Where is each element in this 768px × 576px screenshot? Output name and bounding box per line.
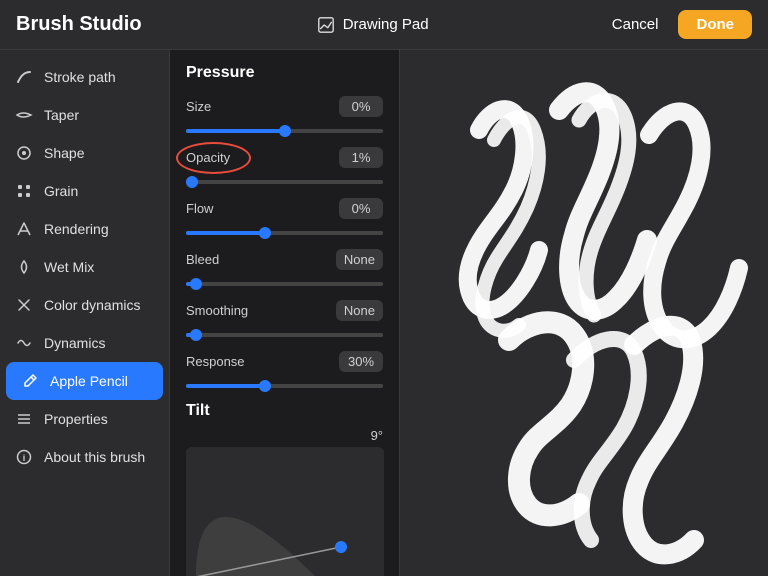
grain-icon	[14, 181, 34, 201]
response-label: Response	[186, 354, 266, 369]
size-label: Size	[186, 99, 266, 114]
bleed-slider[interactable]	[186, 282, 383, 286]
wet-mix-icon	[14, 257, 34, 277]
opacity-control: Opacity 1%	[186, 147, 383, 184]
opacity-label: Opacity	[186, 150, 266, 165]
main-layout: Stroke path Taper Shape Grain Rendering	[0, 50, 768, 576]
size-control: Size 0%	[186, 96, 383, 133]
sidebar-item-properties[interactable]: Properties	[0, 400, 169, 438]
smoothing-label: Smoothing	[186, 303, 266, 318]
sidebar-label-wet-mix: Wet Mix	[44, 259, 94, 275]
sidebar-label-grain: Grain	[44, 183, 78, 199]
rendering-icon	[14, 219, 34, 239]
flow-value: 0%	[339, 198, 383, 219]
taper-icon	[14, 105, 34, 125]
opacity-slider[interactable]	[186, 180, 383, 184]
top-bar: Brush Studio Drawing Pad Cancel Done	[0, 0, 768, 50]
page-title: Brush Studio	[16, 13, 142, 36]
bleed-label: Bleed	[186, 252, 266, 267]
sidebar: Stroke path Taper Shape Grain Rendering	[0, 50, 170, 576]
sidebar-label-properties: Properties	[44, 411, 108, 427]
sidebar-item-wet-mix[interactable]: Wet Mix	[0, 248, 169, 286]
drawing-pad-indicator: Drawing Pad	[317, 16, 429, 34]
properties-icon	[14, 409, 34, 429]
cancel-button[interactable]: Cancel	[604, 12, 667, 37]
response-value: 30%	[339, 351, 383, 372]
sidebar-item-color-dynamics[interactable]: Color dynamics	[0, 286, 169, 324]
drawing-pad[interactable]	[400, 50, 768, 576]
drawing-pad-label: Drawing Pad	[343, 16, 429, 33]
sidebar-item-grain[interactable]: Grain	[0, 172, 169, 210]
center-panel: Pressure Size 0% Opacity 1%	[170, 50, 400, 576]
sidebar-item-about[interactable]: i About this brush	[0, 438, 169, 476]
sidebar-item-dynamics[interactable]: Dynamics	[0, 324, 169, 362]
sidebar-label-shape: Shape	[44, 145, 84, 161]
shape-icon	[14, 143, 34, 163]
pressure-title: Pressure	[186, 64, 383, 82]
smoothing-control: Smoothing None	[186, 300, 383, 337]
bleed-control: Bleed None	[186, 249, 383, 286]
opacity-value: 1%	[339, 147, 383, 168]
drawing-pad-icon	[317, 16, 335, 34]
sidebar-label-rendering: Rendering	[44, 221, 109, 237]
about-icon: i	[14, 447, 34, 467]
sidebar-label-color-dynamics: Color dynamics	[44, 297, 140, 313]
tilt-canvas	[186, 447, 383, 576]
flow-slider[interactable]	[186, 231, 383, 235]
color-dynamics-icon	[14, 295, 34, 315]
apple-pencil-icon	[20, 371, 40, 391]
tilt-degree: 9°	[186, 428, 383, 443]
sidebar-item-apple-pencil[interactable]: Apple Pencil	[6, 362, 163, 400]
tilt-title: Tilt	[186, 402, 383, 420]
flow-control: Flow 0%	[186, 198, 383, 235]
sidebar-item-rendering[interactable]: Rendering	[0, 210, 169, 248]
size-slider[interactable]	[186, 129, 383, 133]
sidebar-label-about: About this brush	[44, 449, 145, 465]
sidebar-item-taper[interactable]: Taper	[0, 96, 169, 134]
size-value: 0%	[339, 96, 383, 117]
sidebar-label-apple-pencil: Apple Pencil	[50, 373, 128, 389]
dynamics-icon	[14, 333, 34, 353]
stroke-path-icon	[14, 67, 34, 87]
sidebar-label-taper: Taper	[44, 107, 79, 123]
sidebar-label-stroke-path: Stroke path	[44, 69, 116, 85]
smoothing-slider[interactable]	[186, 333, 383, 337]
sidebar-item-stroke-path[interactable]: Stroke path	[0, 58, 169, 96]
bleed-value: None	[336, 249, 383, 270]
tilt-visualization	[186, 447, 384, 576]
smoothing-value: None	[336, 300, 383, 321]
brush-strokes	[400, 50, 768, 576]
response-slider[interactable]	[186, 384, 383, 388]
done-button[interactable]: Done	[678, 10, 752, 39]
response-control: Response 30%	[186, 351, 383, 388]
sidebar-label-dynamics: Dynamics	[44, 335, 105, 351]
flow-label: Flow	[186, 201, 266, 216]
top-bar-actions: Cancel Done	[604, 10, 752, 39]
svg-text:i: i	[23, 453, 26, 463]
sidebar-item-shape[interactable]: Shape	[0, 134, 169, 172]
tilt-section: Tilt 9°	[186, 402, 383, 576]
